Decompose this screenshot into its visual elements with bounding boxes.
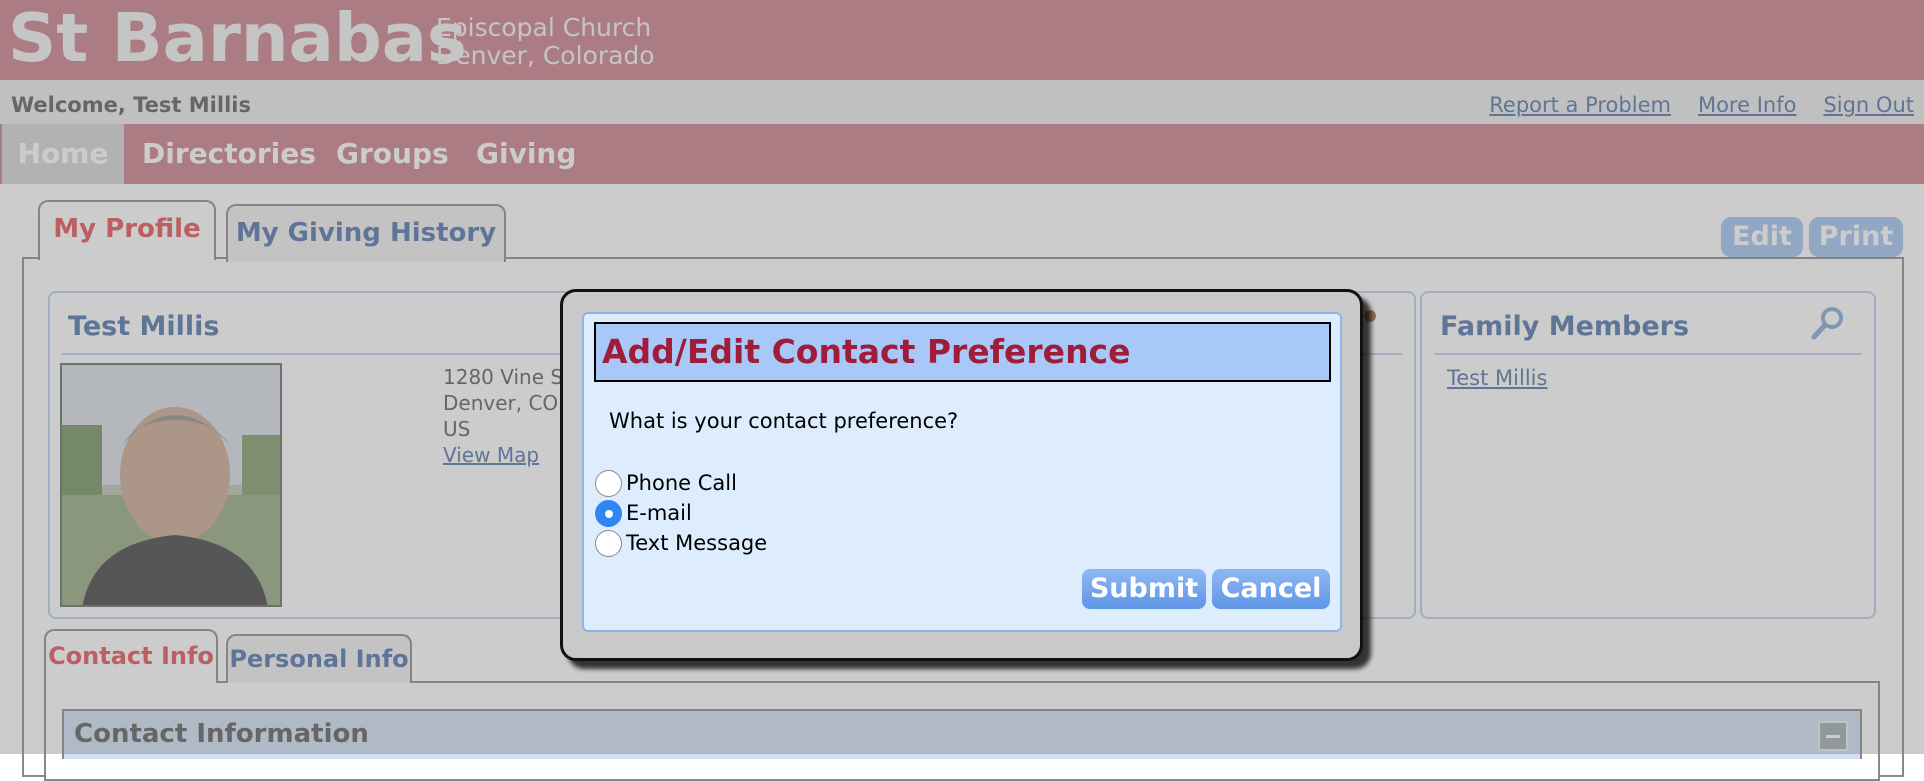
modal-title: Add/Edit Contact Preference	[594, 322, 1331, 382]
option-phone-call[interactable]: Phone Call	[595, 468, 767, 498]
option-email[interactable]: E-mail	[595, 498, 767, 528]
contact-preference-options: Phone Call E-mail Text Message	[595, 468, 767, 558]
option-label: E-mail	[626, 501, 692, 525]
radio-text-message[interactable]	[595, 529, 622, 557]
radio-email[interactable]	[595, 499, 622, 527]
modal-question: What is your contact preference?	[609, 409, 959, 433]
cancel-button[interactable]: Cancel	[1212, 569, 1330, 609]
option-text-message[interactable]: Text Message	[595, 528, 767, 558]
submit-button[interactable]: Submit	[1082, 569, 1206, 609]
option-label: Text Message	[626, 531, 768, 555]
option-label: Phone Call	[626, 471, 737, 495]
radio-phone-call[interactable]	[595, 469, 622, 497]
